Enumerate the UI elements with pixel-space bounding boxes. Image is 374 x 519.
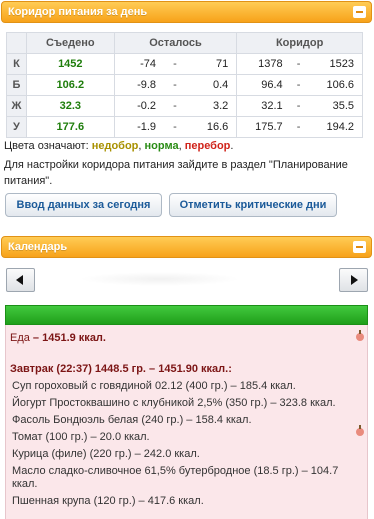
corr-from: 1378 bbox=[236, 53, 289, 75]
corr-to: 194.2 bbox=[308, 116, 363, 138]
arrow-right-icon bbox=[351, 275, 358, 285]
eaten-value: 32.3 bbox=[26, 95, 115, 117]
list-item: Курица (филе) (220 гр.) – 242.0 ккал. bbox=[12, 448, 200, 460]
left-from: -9.8 bbox=[114, 74, 163, 96]
list-item: ккал. bbox=[12, 478, 38, 490]
collapse-icon[interactable] bbox=[353, 241, 366, 253]
corr-sep: - bbox=[288, 74, 309, 96]
day-details: Еда – 1451.9 ккал. Завтрак (22:37) 1448.… bbox=[5, 325, 368, 519]
corr-from: 32.1 bbox=[236, 95, 289, 117]
eaten-value: 177.6 bbox=[26, 116, 115, 138]
enter-today-button[interactable]: Ввод данных за сегодня bbox=[5, 193, 162, 217]
apple-icon[interactable] bbox=[356, 330, 364, 341]
day-status-bar bbox=[5, 305, 368, 325]
col-left-header: Осталось bbox=[113, 32, 238, 54]
left-sep: - bbox=[162, 74, 188, 96]
table-row: У 177.6 -1.9 - 16.6 175.7 - 194.2 bbox=[6, 116, 363, 138]
legend-norma: норма bbox=[144, 140, 179, 152]
left-sep: - bbox=[162, 116, 188, 138]
list-item: Фасоль Бондюэль белая (240 гр.) – 158.4 … bbox=[12, 414, 252, 426]
calendar-panel-header: Календарь bbox=[1, 236, 372, 258]
list-item: Йогурт Простоквашино с клубникой 2,5% (3… bbox=[12, 397, 336, 409]
row-letter: Б bbox=[6, 74, 27, 96]
row-letter: К bbox=[6, 53, 27, 75]
corr-to: 106.6 bbox=[308, 74, 363, 96]
corr-sep: - bbox=[288, 95, 309, 117]
left-sep: - bbox=[162, 95, 188, 117]
color-legend: Цвета означают: недобор, норма, перебор. bbox=[4, 140, 233, 152]
table-row: Ж 32.3 -0.2 - 3.2 32.1 - 35.5 bbox=[6, 95, 363, 117]
col-eaten-header: Съедено bbox=[25, 32, 115, 54]
collapse-icon[interactable] bbox=[353, 6, 366, 18]
left-to: 71 bbox=[187, 53, 238, 75]
left-to: 16.6 bbox=[187, 116, 238, 138]
legend-perebor: перебор bbox=[184, 140, 231, 152]
legend-nedobor: недобор bbox=[91, 140, 139, 152]
list-item: Пшенная крупа (120 гр.) – 417.6 ккал. bbox=[12, 495, 204, 507]
legend-prefix: Цвета означают: bbox=[4, 140, 92, 152]
eaten-value: 106.2 bbox=[26, 74, 115, 96]
list-item: Масло сладко-сливочное 61,5% бутербродно… bbox=[12, 465, 339, 477]
left-from: -1.9 bbox=[114, 116, 163, 138]
meal-title: Завтрак (22:37) 1448.5 гр. – 1451.90 кка… bbox=[10, 363, 232, 375]
row-letter: У bbox=[6, 116, 27, 138]
legend-suffix: . bbox=[230, 140, 234, 152]
calendar-panel-title: Календарь bbox=[8, 241, 68, 253]
left-sep: - bbox=[162, 53, 188, 75]
corr-to: 1523 bbox=[308, 53, 363, 75]
corridor-table: Съедено Осталось Коридор К 1452 -74 - 71… bbox=[6, 32, 363, 138]
list-item: Томат (100 гр.) – 20.0 ккал. bbox=[12, 431, 150, 443]
mark-critical-days-button[interactable]: Отметить критические дни bbox=[169, 193, 337, 217]
corr-from: 175.7 bbox=[236, 116, 289, 138]
food-summary-value: – 1451.9 ккал. bbox=[29, 332, 106, 344]
corridor-panel-title: Коридор питания за день bbox=[8, 6, 148, 18]
planning-hint: Для настройки коридора питания зайдите в… bbox=[4, 159, 348, 187]
prev-day-button[interactable] bbox=[6, 268, 35, 292]
col-corridor-header: Коридор bbox=[236, 32, 363, 54]
date-label bbox=[80, 272, 240, 286]
corner-cell bbox=[6, 32, 27, 54]
row-letter: Ж bbox=[6, 95, 27, 117]
corr-sep: - bbox=[288, 116, 309, 138]
next-day-button[interactable] bbox=[339, 268, 368, 292]
table-row: К 1452 -74 - 71 1378 - 1523 bbox=[6, 53, 363, 75]
left-from: -0.2 bbox=[114, 95, 163, 117]
list-item: Суп гороховый с говядиной 02.12 (400 гр.… bbox=[12, 380, 296, 392]
corridor-panel-header: Коридор питания за день bbox=[1, 1, 372, 23]
table-row: Б 106.2 -9.8 - 0.4 96.4 - 106.6 bbox=[6, 74, 363, 96]
eaten-value: 1452 bbox=[26, 53, 115, 75]
left-to: 3.2 bbox=[187, 95, 238, 117]
corr-sep: - bbox=[288, 53, 309, 75]
arrow-left-icon bbox=[16, 275, 23, 285]
left-to: 0.4 bbox=[187, 74, 238, 96]
left-from: -74 bbox=[114, 53, 163, 75]
apple-icon[interactable] bbox=[356, 425, 364, 436]
food-summary-label: Еда bbox=[10, 332, 30, 344]
corr-to: 35.5 bbox=[308, 95, 363, 117]
food-summary: Еда – 1451.9 ккал. bbox=[10, 332, 106, 344]
corr-from: 96.4 bbox=[236, 74, 289, 96]
